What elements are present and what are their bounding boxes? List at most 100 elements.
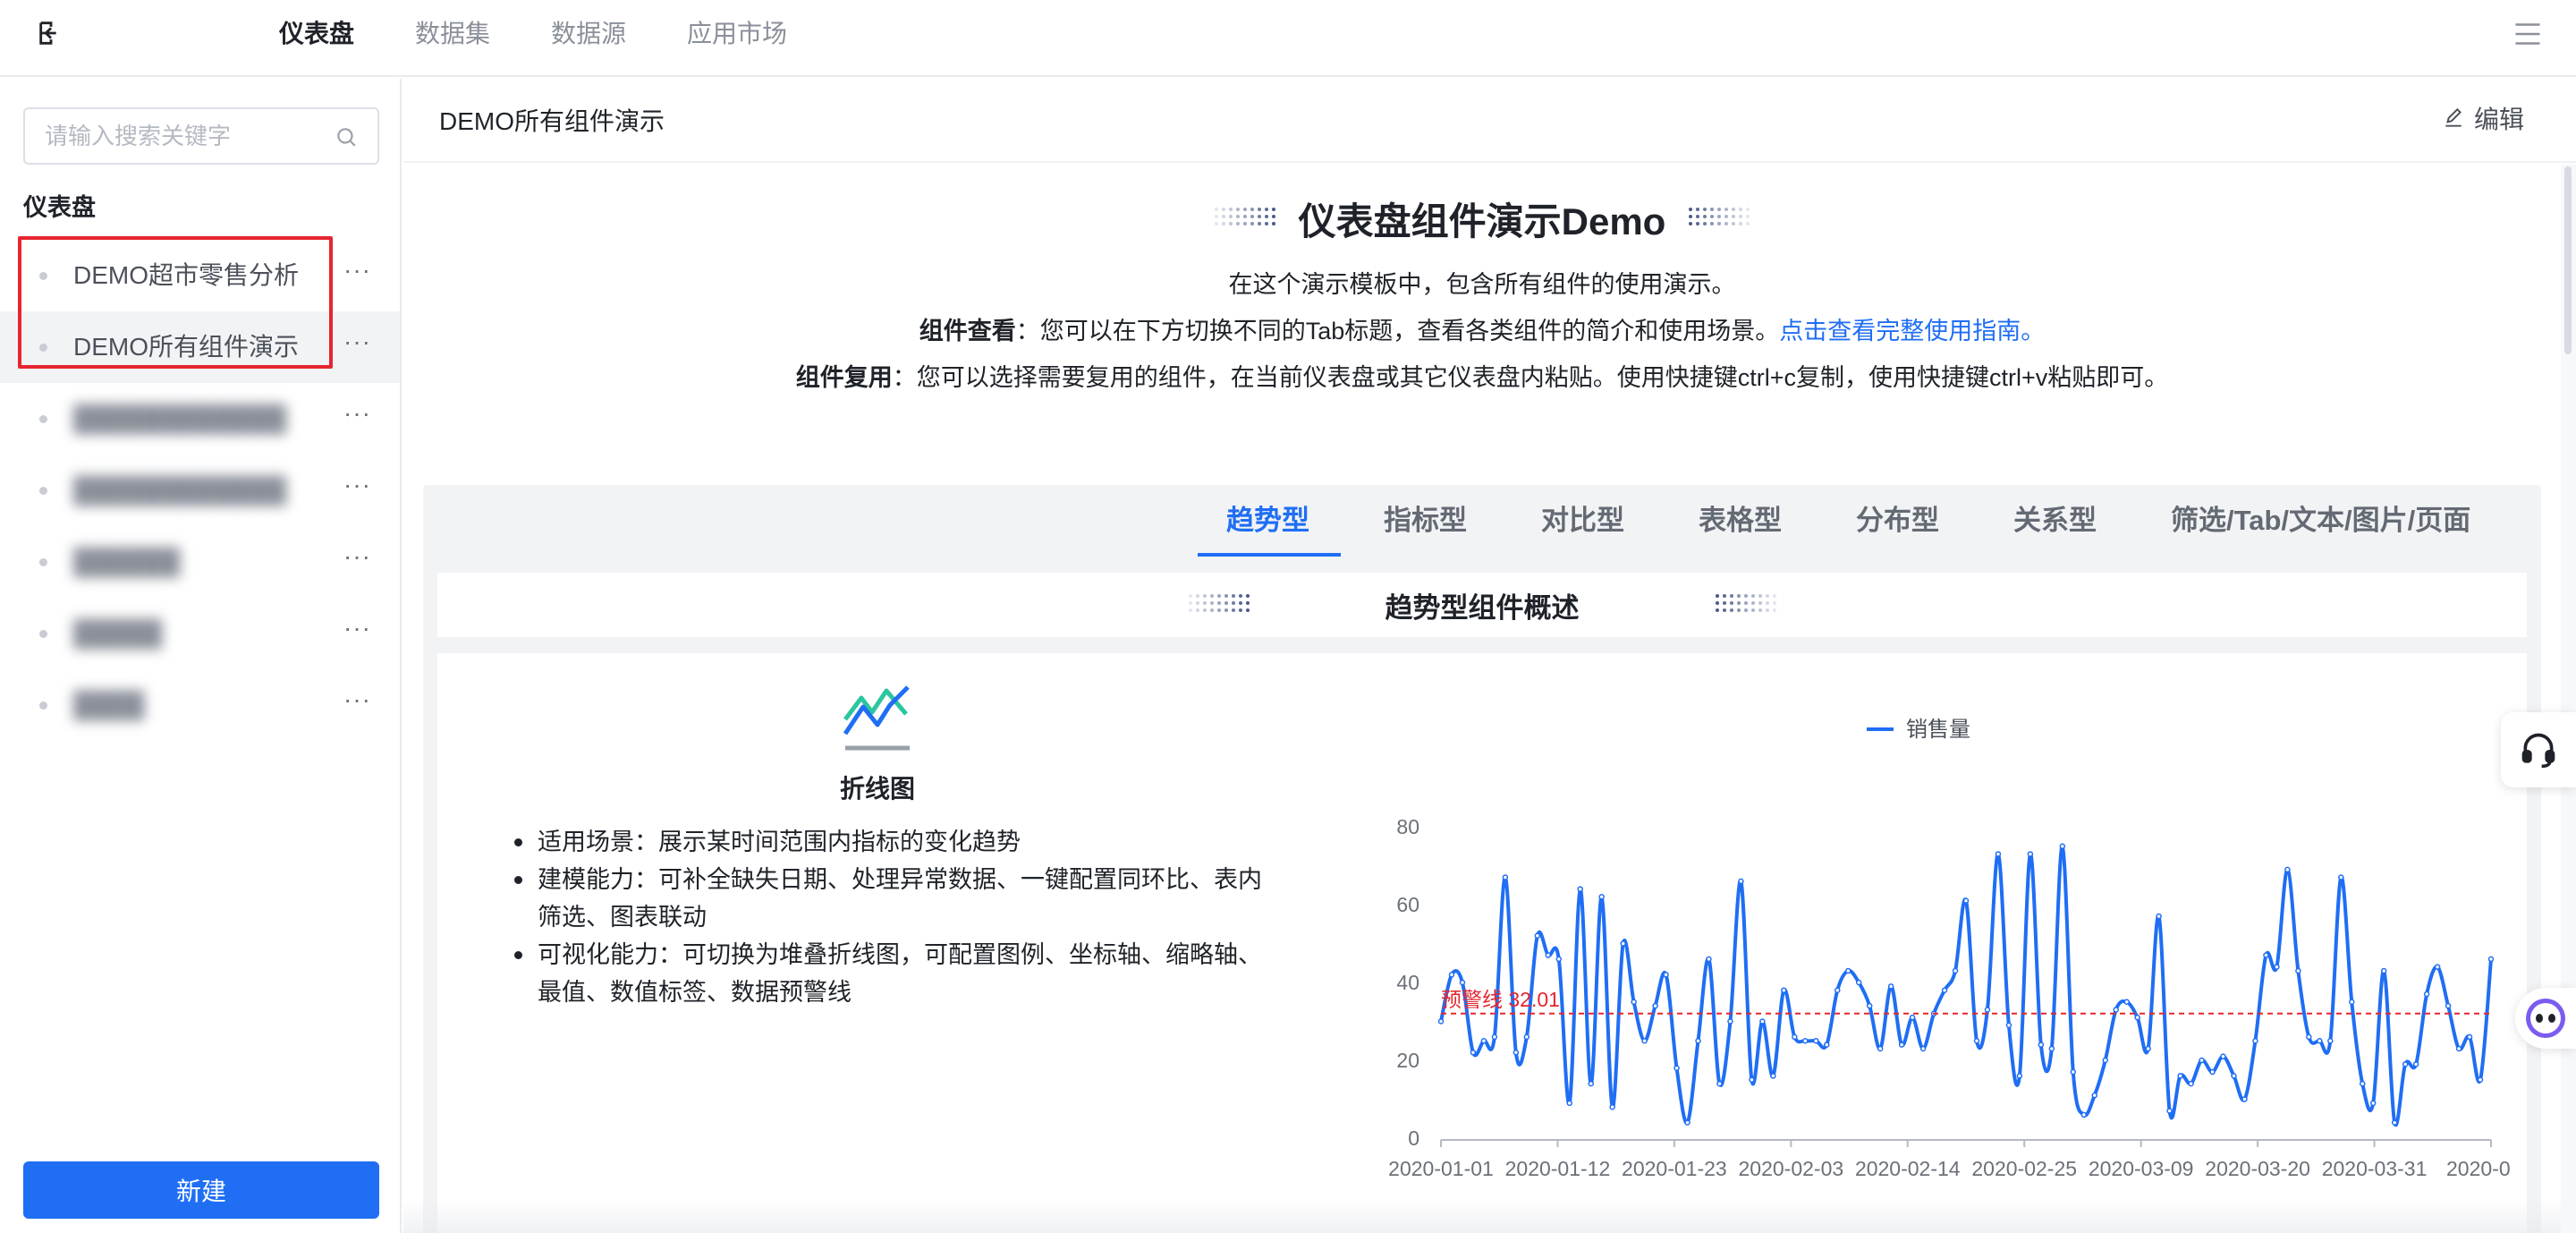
active-tab-indicator — [1198, 553, 1341, 557]
sales-line-chart[interactable]: 销售量 0 20 40 60 80 2020-01-01 2020-01-12 2020-01-… — [1332, 689, 2512, 1233]
ai-assistant-button[interactable] — [2515, 988, 2576, 1049]
data-point — [1941, 987, 1948, 993]
data-point — [1620, 940, 1626, 947]
edit-button[interactable]: 编辑 — [2442, 100, 2524, 136]
data-point — [1973, 1038, 1980, 1044]
sidebar-section-title: 仪表盘 — [23, 194, 96, 221]
dashboard-item-label: DEMO超市零售分析 — [73, 261, 300, 289]
data-point — [1598, 894, 1605, 900]
dashboard-list-item[interactable]: DEMO超市零售分析 ··· — [0, 240, 400, 311]
data-point — [2327, 1038, 2334, 1044]
tab-trend[interactable]: 趋势型 — [1226, 503, 1309, 539]
exit-icon[interactable] — [36, 18, 66, 48]
data-point — [2338, 874, 2344, 880]
data-point — [2209, 1068, 2216, 1076]
dots-decoration-icon — [1188, 594, 1250, 612]
dashboard-list-item-selected[interactable]: DEMO所有组件演示 ··· — [0, 311, 400, 383]
tab-relation[interactable]: 关系型 — [2013, 503, 2097, 539]
dashboard-list-item[interactable]: ████████████ ··· — [0, 455, 400, 526]
dashboard-list: DEMO超市零售分析 ··· DEMO所有组件演示 ··· ██████████… — [0, 240, 400, 741]
x-tick-label: 2020-03-20 — [2205, 1157, 2310, 1180]
more-actions-icon[interactable]: ··· — [343, 542, 371, 571]
search-input[interactable] — [45, 109, 331, 163]
more-actions-icon[interactable]: ··· — [343, 399, 371, 428]
tab-distribution[interactable]: 分布型 — [1856, 503, 1939, 539]
data-point — [1652, 1002, 1658, 1009]
dashboard-list-item[interactable]: ████████████ ··· — [0, 383, 400, 455]
dashboard-list-item[interactable]: ██████ ··· — [0, 526, 400, 598]
data-point — [1588, 1080, 1594, 1087]
headset-icon — [2521, 733, 2555, 769]
data-point — [1545, 952, 1552, 958]
hero-view-tip: 组件查看：您可以在下方切换不同的Tab标题，查看各类组件的简介和使用场景。点击查… — [403, 311, 2561, 346]
dots-decoration-icon — [1214, 208, 1275, 225]
sidebar: 仪表盘 DEMO超市零售分析 ··· DEMO所有组件演示 ··· ██████… — [0, 79, 402, 1233]
more-actions-icon[interactable]: ··· — [343, 327, 371, 356]
y-tick-label: 80 — [1396, 815, 1419, 838]
section-header: 趋势型组件概述 — [437, 573, 2527, 637]
new-dashboard-button[interactable]: 新建 — [23, 1161, 379, 1219]
data-point — [1695, 1038, 1701, 1044]
data-point — [2091, 1092, 2098, 1099]
dashboard-header: DEMO所有组件演示 编辑 — [403, 79, 2576, 163]
more-actions-icon[interactable]: ··· — [343, 614, 371, 642]
hero-title: 仪表盘组件演示Demo — [1298, 200, 1666, 242]
tab-indicator[interactable]: 指标型 — [1384, 503, 1467, 539]
data-point — [2434, 964, 2441, 970]
data-point — [1491, 1033, 1498, 1041]
search-box — [23, 107, 379, 165]
redacted-item-label: ████████████ — [73, 404, 287, 432]
list-bullet — [39, 702, 47, 710]
data-point — [2156, 913, 2162, 920]
more-actions-icon[interactable]: ··· — [343, 471, 371, 499]
line-chart-card: 折线图 适用场景：展示某时间范围内指标的变化趋势 建模能力：可补全缺失日期、处理… — [437, 653, 2527, 1233]
data-point — [2445, 1002, 2452, 1009]
pencil-icon — [2445, 107, 2462, 127]
data-point — [1716, 1080, 1723, 1087]
more-actions-icon[interactable]: ··· — [343, 685, 371, 714]
hero-description: 在这个演示模板中，包含所有组件的使用演示。 — [1228, 271, 1736, 298]
nav-tab-app-market[interactable]: 应用市场 — [687, 16, 787, 52]
data-point — [1513, 1050, 1520, 1056]
tab-filter-text-image-page[interactable]: 筛选/Tab/文本/图片/页面 — [2171, 503, 2470, 539]
customer-support-button[interactable] — [2501, 712, 2576, 787]
feature-item: 建模能力：可补全缺失日期、处理异常数据、一键配置同环比、表内筛选、图表联动 — [509, 861, 1269, 936]
top-navigation-bar: 仪表盘 数据集 数据源 应用市场 — [0, 0, 2576, 77]
data-point — [2231, 1073, 2237, 1079]
y-tick-label: 20 — [1396, 1049, 1419, 1072]
data-point — [1684, 1119, 1690, 1126]
feature-item: 可视化能力：可切换为堆叠折线图，可配置图例、坐标轴、缩略轴、最值、数值标签、数据… — [509, 936, 1269, 1011]
nav-tab-datasources[interactable]: 数据源 — [551, 16, 626, 52]
data-point — [2134, 1014, 2140, 1021]
data-point — [2349, 999, 2355, 1005]
data-point — [1995, 851, 2002, 857]
tab-comparison[interactable]: 对比型 — [1541, 503, 1624, 539]
nav-tab-dashboard[interactable]: 仪表盘 — [279, 16, 354, 52]
list-bullet — [39, 487, 47, 495]
tab-table[interactable]: 表格型 — [1699, 503, 1782, 539]
data-point — [1877, 1045, 1884, 1052]
scrollbar-thumb[interactable] — [2564, 166, 2572, 354]
hero-title-row: 仪表盘组件演示Demo — [403, 191, 2561, 245]
guide-link[interactable]: 点击查看完整使用指南。 — [1779, 318, 2045, 344]
dashboard-item-label: DEMO所有组件演示 — [73, 333, 300, 361]
hamburger-menu-icon[interactable] — [2512, 18, 2544, 50]
dashboard-list-item[interactable]: █████ ··· — [0, 598, 400, 669]
data-point — [1802, 1038, 1809, 1044]
x-tick-label: 2020-01-01 — [1388, 1157, 1494, 1180]
data-point — [2274, 964, 2280, 970]
redacted-item-label: ██████ — [73, 548, 181, 575]
data-point — [2145, 1045, 2151, 1052]
data-point — [1437, 1018, 1445, 1025]
data-point — [1470, 1050, 1477, 1056]
x-tick-label: 2020-0 — [2446, 1157, 2511, 1180]
data-point — [1919, 1045, 1927, 1052]
more-actions-icon[interactable]: ··· — [343, 256, 371, 285]
nav-tab-datasets[interactable]: 数据集 — [415, 16, 490, 52]
data-point — [2284, 866, 2291, 873]
data-point — [1749, 1076, 1755, 1083]
data-point — [1984, 1007, 1991, 1013]
search-icon[interactable] — [335, 125, 358, 149]
dashboard-list-item[interactable]: ████ ··· — [0, 669, 400, 741]
reuse-tip-label: 组件复用 — [795, 364, 893, 391]
